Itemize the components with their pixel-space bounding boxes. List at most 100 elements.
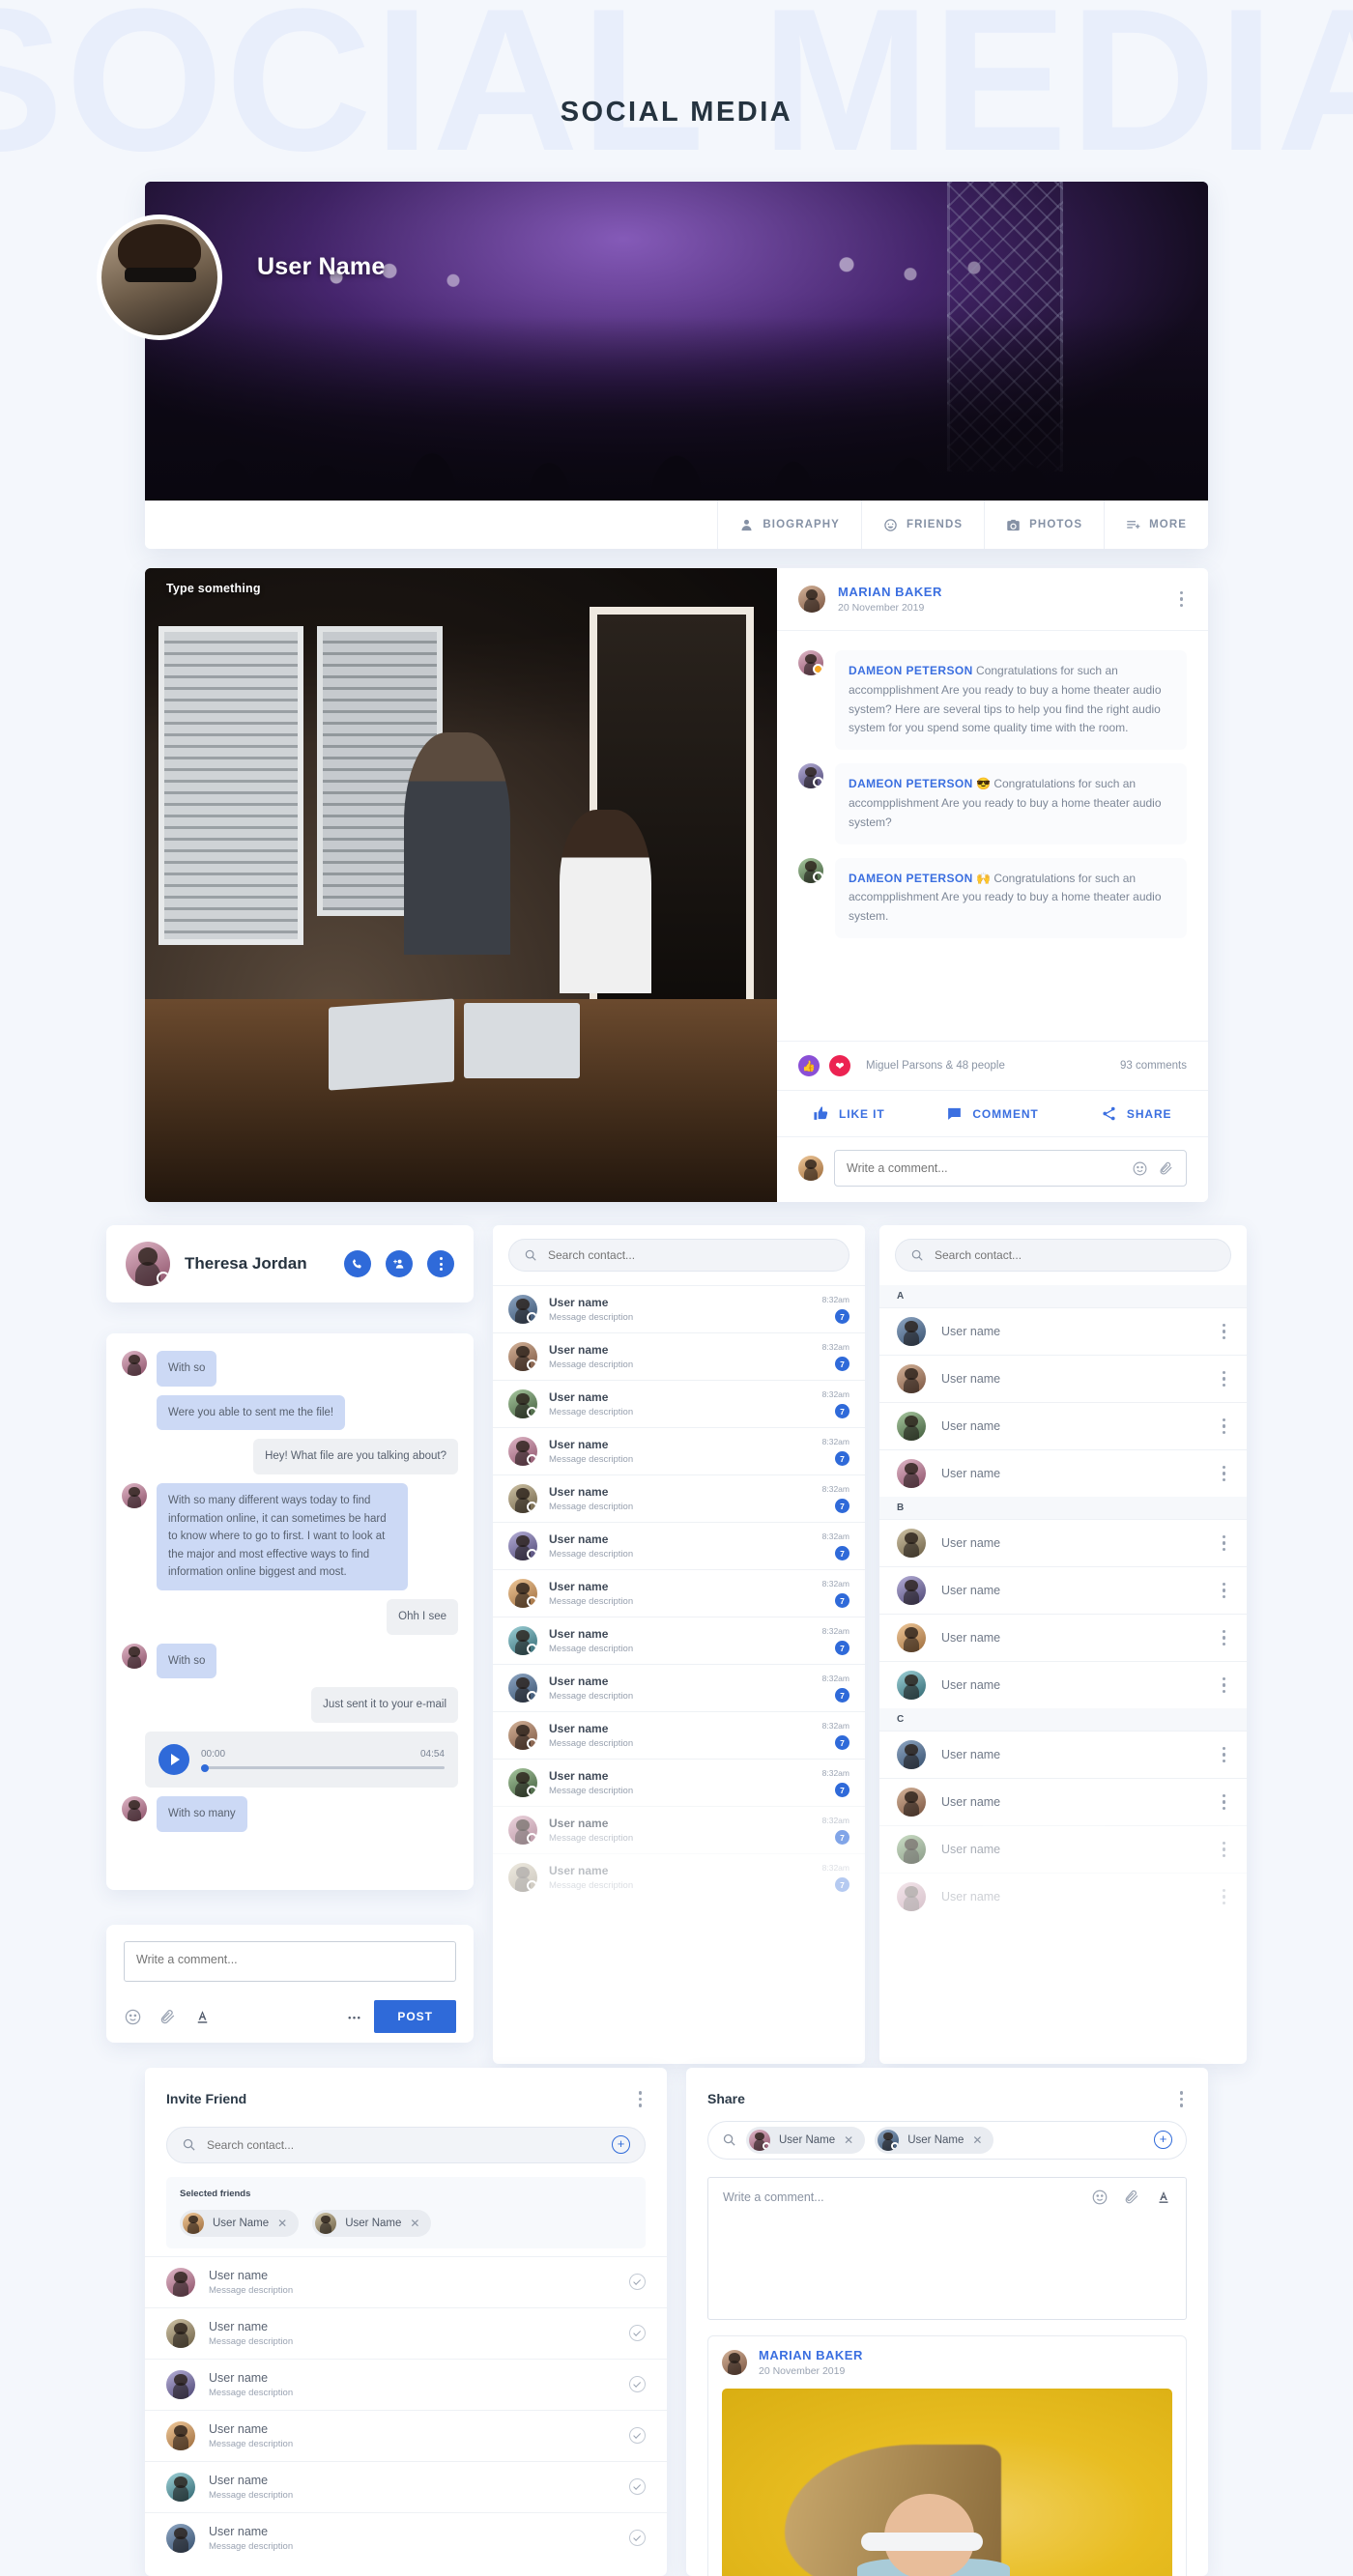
shared-post-image[interactable] <box>722 2388 1172 2576</box>
contact-row[interactable]: User name <box>879 1519 1247 1566</box>
contact-menu-button[interactable] <box>1219 1885 1230 1909</box>
contact-row[interactable]: User name <box>879 1873 1247 1920</box>
search-contact-wrap[interactable]: + <box>166 2126 646 2163</box>
avatar[interactable] <box>122 1482 147 1508</box>
audio-progress[interactable]: 00:00 04:54 <box>201 1749 445 1772</box>
search-contact-wrap[interactable] <box>508 1239 849 1272</box>
invite-contact-row[interactable]: User name Message description <box>145 2358 667 2410</box>
add-icon[interactable]: + <box>1154 2131 1172 2149</box>
invite-contact-row[interactable]: User name Message description <box>145 2511 667 2563</box>
add-icon[interactable]: + <box>612 2135 630 2154</box>
attachment-icon[interactable] <box>158 2008 177 2026</box>
post-button[interactable]: POST <box>374 2000 456 2033</box>
invite-contact-row[interactable]: User name Message description <box>145 2306 667 2359</box>
contact-menu-button[interactable] <box>1219 1415 1230 1439</box>
chat-comment-input[interactable] <box>124 1941 456 1982</box>
contact-menu-button[interactable] <box>1219 1743 1230 1767</box>
chat-menu-button[interactable] <box>427 1250 454 1277</box>
post-menu-button[interactable] <box>1176 587 1188 612</box>
avatar[interactable] <box>798 650 823 675</box>
contact-menu-button[interactable] <box>1219 1674 1230 1698</box>
share-comment-box[interactable]: Write a comment... <box>707 2176 1187 2320</box>
search-contact-input[interactable] <box>548 1248 834 1262</box>
invite-contact-row[interactable]: User name Message description <box>145 2460 667 2512</box>
remove-chip-icon[interactable]: ✕ <box>972 2133 982 2147</box>
contact-menu-button[interactable] <box>1219 1320 1230 1344</box>
contact-row[interactable]: User name Message description 8:32am 7 <box>493 1711 865 1759</box>
text-format-icon[interactable] <box>1155 2189 1172 2206</box>
emoji-icon[interactable] <box>1091 2189 1108 2206</box>
contact-row[interactable]: User name <box>879 1825 1247 1873</box>
select-checkbox[interactable] <box>629 2274 646 2290</box>
like-button[interactable]: LIKE IT <box>777 1091 921 1136</box>
remove-chip-icon[interactable]: ✕ <box>410 2217 419 2230</box>
contact-row[interactable]: User name Message description 8:32am 7 <box>493 1522 865 1569</box>
comment-author[interactable]: DAMEON PETERSON <box>849 777 973 790</box>
recipient-chip[interactable]: User Name ✕ <box>746 2126 866 2154</box>
contact-row[interactable]: User name <box>879 1402 1247 1449</box>
contact-row[interactable]: User name <box>879 1449 1247 1497</box>
contact-row[interactable]: User name Message description 8:32am 7 <box>493 1474 865 1522</box>
more-options-icon[interactable] <box>345 2008 363 2026</box>
comment-input[interactable] <box>847 1161 1122 1175</box>
invite-contact-row[interactable]: User name Message description <box>145 2255 667 2307</box>
select-checkbox[interactable] <box>629 2325 646 2341</box>
avatar[interactable] <box>122 1351 147 1376</box>
share-menu-button[interactable] <box>1176 2087 1188 2111</box>
select-checkbox[interactable] <box>629 2530 646 2546</box>
post-photo[interactable]: Type something <box>145 568 777 1202</box>
audio-player[interactable]: 00:00 04:54 <box>145 1731 458 1788</box>
comment-input-wrap[interactable] <box>834 1150 1187 1187</box>
play-button[interactable] <box>158 1743 189 1775</box>
search-contact-wrap[interactable] <box>895 1239 1231 1272</box>
shared-post-author[interactable]: MARIAN BAKER <box>759 2348 863 2362</box>
avatar[interactable] <box>798 1156 823 1181</box>
call-button[interactable] <box>344 1250 371 1277</box>
contact-row[interactable]: User name <box>879 1355 1247 1402</box>
avatar[interactable] <box>126 1242 170 1286</box>
contact-row[interactable]: User name Message description 8:32am 7 <box>493 1853 865 1901</box>
avatar[interactable] <box>798 586 825 613</box>
post-author[interactable]: MARIAN BAKER <box>838 585 1164 599</box>
avatar[interactable] <box>798 857 823 883</box>
comment-author[interactable]: DAMEON PETERSON <box>849 664 973 677</box>
contact-menu-button[interactable] <box>1219 1579 1230 1603</box>
contact-row[interactable]: User name Message description 8:32am 7 <box>493 1664 865 1711</box>
remove-chip-icon[interactable]: ✕ <box>277 2217 287 2230</box>
contact-menu-button[interactable] <box>1219 1838 1230 1862</box>
remove-chip-icon[interactable]: ✕ <box>844 2133 853 2147</box>
select-checkbox[interactable] <box>629 2376 646 2392</box>
share-button[interactable]: SHARE <box>1064 1091 1208 1136</box>
text-format-icon[interactable] <box>193 2008 212 2026</box>
add-person-button[interactable] <box>386 1250 413 1277</box>
contact-row[interactable]: User name <box>879 1566 1247 1614</box>
select-checkbox[interactable] <box>629 2478 646 2495</box>
tab-friends[interactable]: FRIENDS <box>860 501 984 549</box>
tab-biography[interactable]: BIOGRAPHY <box>717 501 861 549</box>
avatar[interactable] <box>722 2349 747 2375</box>
contact-row[interactable]: User name Message description 8:32am 7 <box>493 1806 865 1853</box>
comment-button[interactable]: COMMENT <box>921 1091 1065 1136</box>
avatar[interactable] <box>122 1643 147 1669</box>
comment-count[interactable]: 93 comments <box>1120 1060 1187 1072</box>
contact-row[interactable]: User name Message description 8:32am 7 <box>493 1569 865 1617</box>
contact-menu-button[interactable] <box>1219 1626 1230 1650</box>
contact-row[interactable]: User name <box>879 1661 1247 1708</box>
contact-row[interactable]: User name Message description 8:32am 7 <box>493 1759 865 1806</box>
tab-more[interactable]: MORE <box>1104 501 1208 549</box>
contact-row[interactable]: User name <box>879 1731 1247 1778</box>
search-contact-input[interactable] <box>935 1248 1216 1262</box>
contact-row[interactable]: User name Message description 8:32am 7 <box>493 1332 865 1380</box>
recipient-chip[interactable]: User Name ✕ <box>875 2126 994 2154</box>
emoji-icon[interactable] <box>1132 1160 1148 1177</box>
contact-menu-button[interactable] <box>1219 1367 1230 1391</box>
attachment-icon[interactable] <box>1123 2189 1140 2206</box>
contact-row[interactable]: User name Message description 8:32am 7 <box>493 1380 865 1427</box>
invite-menu-button[interactable] <box>635 2087 647 2111</box>
contact-row[interactable]: User name <box>879 1614 1247 1661</box>
avatar[interactable] <box>122 1795 147 1821</box>
contact-row[interactable]: User name <box>879 1307 1247 1355</box>
profile-avatar[interactable] <box>97 215 222 340</box>
avatar[interactable] <box>798 763 823 789</box>
invite-contact-row[interactable]: User name Message description <box>145 2409 667 2461</box>
